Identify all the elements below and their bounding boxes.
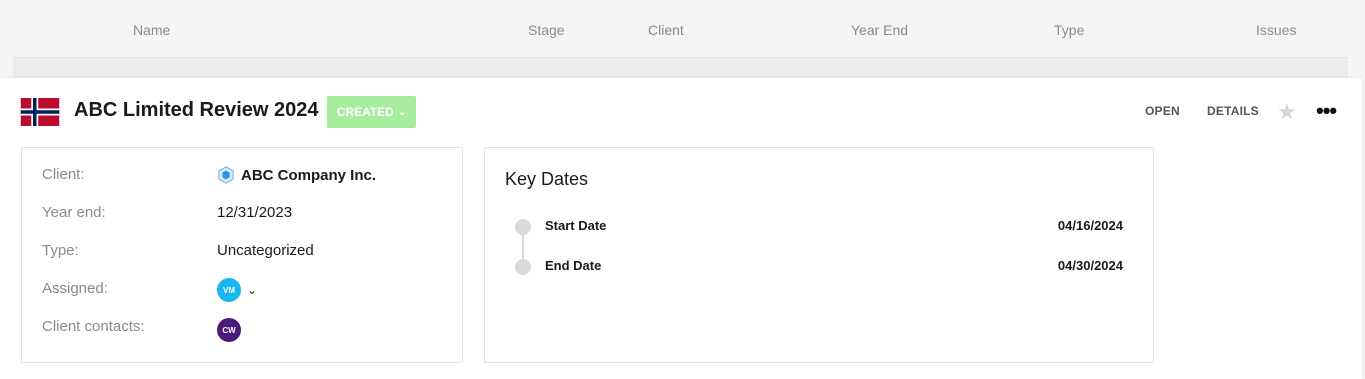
client-contact-avatar[interactable]: CW bbox=[217, 318, 241, 342]
key-dates-title: Key Dates bbox=[505, 169, 589, 189]
status-label: CREATED bbox=[336, 105, 394, 119]
assigned-label: Assigned: bbox=[42, 280, 108, 297]
chevron-down-icon[interactable]: ⌄ bbox=[247, 283, 257, 297]
assigned-avatar[interactable]: VM bbox=[217, 278, 241, 302]
type-value: Uncategorized bbox=[217, 242, 314, 259]
status-dropdown[interactable]: CREATED ⌄ bbox=[327, 96, 416, 128]
type-label: Type: bbox=[42, 242, 79, 259]
key-dates-card: Key Dates Start Date 04/16/2024 End Date… bbox=[484, 147, 1154, 363]
table-header: Name Stage Client Year End Type Issues bbox=[0, 0, 1365, 58]
client-contacts-label: Client contacts: bbox=[42, 318, 145, 335]
open-button[interactable]: OPEN bbox=[1145, 104, 1180, 118]
column-type[interactable]: Type bbox=[1054, 22, 1084, 38]
year-end-value: 12/31/2023 bbox=[217, 204, 293, 221]
timeline-dot bbox=[515, 219, 531, 235]
column-year-end[interactable]: Year End bbox=[851, 22, 908, 38]
column-client[interactable]: Client bbox=[648, 22, 684, 38]
engagement-title: ABC Limited Review 2024 bbox=[74, 99, 319, 121]
table-row-selected[interactable] bbox=[13, 57, 1348, 80]
details-button[interactable]: DETAILS bbox=[1207, 104, 1259, 118]
column-stage[interactable]: Stage bbox=[528, 22, 565, 38]
column-name[interactable]: Name bbox=[133, 22, 170, 38]
year-end-label: Year end: bbox=[42, 204, 106, 221]
more-options-icon[interactable]: ••• bbox=[1316, 98, 1337, 124]
client-name: ABC Company Inc. bbox=[241, 166, 377, 184]
timeline-dot bbox=[515, 259, 531, 275]
end-date-label: End Date bbox=[545, 258, 602, 273]
start-date-label: Start Date bbox=[545, 218, 607, 233]
client-hexagon-icon bbox=[218, 166, 234, 184]
end-date-value: 04/30/2024 bbox=[1057, 258, 1123, 273]
start-date-value: 04/16/2024 bbox=[1057, 218, 1123, 233]
norway-flag-icon bbox=[20, 98, 60, 126]
star-icon[interactable]: ★ bbox=[1277, 99, 1297, 125]
chevron-down-icon: ⌄ bbox=[397, 106, 407, 118]
client-value[interactable]: ABC Company Inc. bbox=[217, 166, 376, 184]
client-label: Client: bbox=[42, 166, 85, 183]
engagement-info-card: Client: ABC Company Inc. Year end: 12/31… bbox=[21, 147, 463, 363]
column-issues[interactable]: Issues bbox=[1256, 22, 1296, 38]
